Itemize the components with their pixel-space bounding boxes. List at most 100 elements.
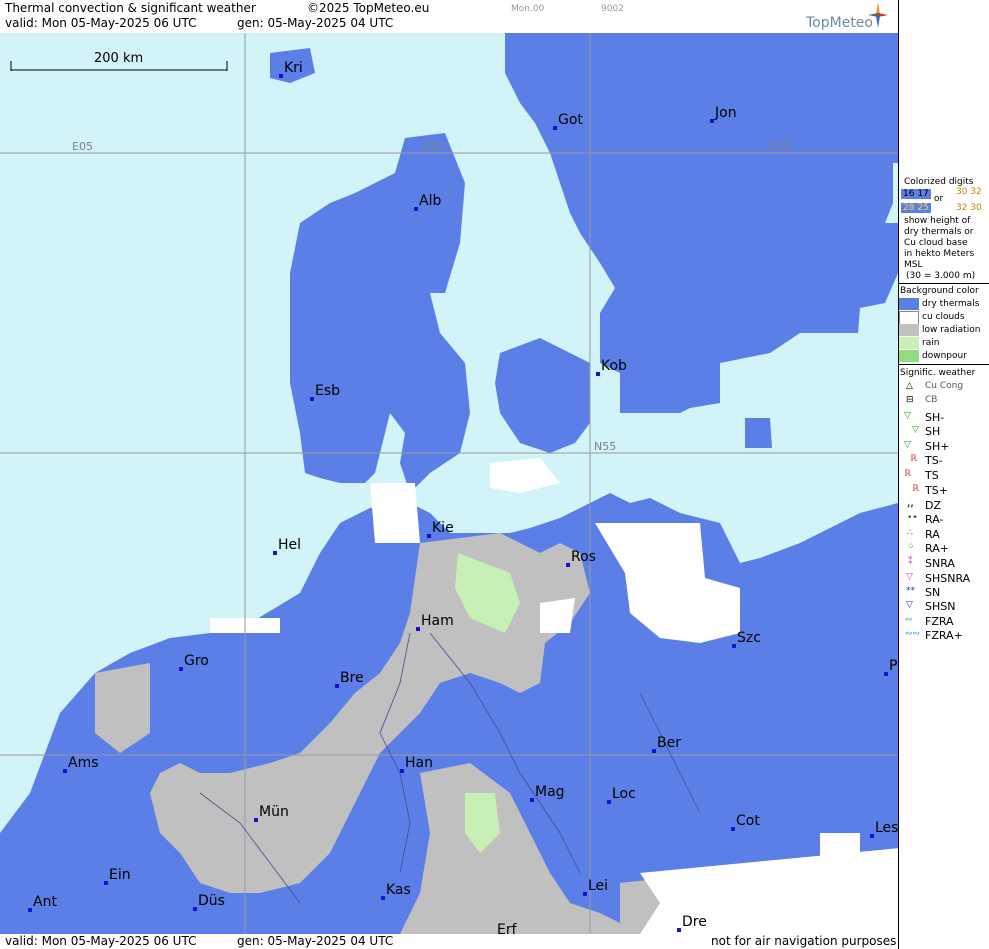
ts-heavy-icon: ℝ — [912, 484, 920, 494]
city-dre[interactable]: Dre — [677, 914, 707, 932]
cb-icon: ⊟ — [906, 395, 914, 405]
legend-bg-dry: dry thermals — [922, 299, 980, 309]
legend-desc-5: MSL — [904, 260, 923, 270]
grid-label-e10: E10 — [423, 140, 444, 153]
legend-desc-2: dry thermals or — [904, 227, 974, 237]
map-title: Thermal convection & significant weather — [5, 1, 256, 15]
legend-wx-ra-heavy: RA+ — [925, 542, 949, 555]
city-szc[interactable]: Szc — [732, 630, 761, 648]
city-cot[interactable]: Cot — [731, 813, 760, 831]
legend-wx-fzra: FZRA — [925, 615, 954, 628]
snow-rain-icon: ⁑ — [908, 557, 913, 567]
legend-wx-cb: CB — [925, 395, 938, 405]
city-p[interactable]: P — [884, 658, 897, 676]
legend-desc-6: (30 = 3.000 m) — [906, 271, 976, 281]
city-mun[interactable]: Mün — [254, 804, 289, 822]
valid-time: valid: Mon 05-May-2025 06 UTC — [5, 16, 197, 30]
legend-panel: Colorized digits 16 17 or 30 32 28 25 32… — [898, 0, 989, 949]
legend-wx-sh: SH — [925, 425, 941, 438]
city-alb[interactable]: Alb — [414, 193, 441, 211]
legend-wx-ts-light: TS- — [925, 454, 943, 467]
city-ham[interactable]: Ham — [416, 613, 454, 631]
legend-desc-3: Cu cloud base — [904, 238, 968, 248]
legend-wx-ts-heavy: TS+ — [925, 484, 948, 497]
legend-bg-low: low radiation — [922, 325, 981, 335]
brand-logo: TopMeteo — [806, 15, 873, 31]
run-code: Mon.00 — [511, 4, 545, 14]
footer-valid-time: valid: Mon 05-May-2025 06 UTC — [5, 934, 197, 948]
area-bornholm — [745, 418, 772, 448]
area-zealand — [495, 338, 590, 453]
city-ams[interactable]: Ams — [63, 755, 99, 773]
legend-sample-d: 32 30 — [956, 203, 982, 213]
footer-generation-time: gen: 05-May-2025 04 UTC — [237, 934, 394, 948]
city-ein[interactable]: Ein — [104, 867, 131, 885]
swatch-rain — [899, 337, 919, 349]
city-hel[interactable]: Hel — [273, 537, 301, 555]
shower-snow-icon: ▽ — [906, 600, 913, 610]
city-bre[interactable]: Bre — [335, 670, 364, 688]
city-ber[interactable]: Ber — [652, 735, 681, 753]
area-denmark — [290, 133, 470, 493]
freezing-rain-icon: ∾ — [905, 615, 913, 625]
area-cu-clouds-1 — [370, 483, 420, 543]
copyright: ©2025 TopMeteo.eu — [307, 1, 430, 15]
grid-label-e05: E05 — [72, 140, 93, 153]
legend-sample-c: 28 25 — [901, 203, 931, 213]
city-dus[interactable]: Düs — [193, 893, 225, 911]
snow-icon: ** — [906, 586, 915, 596]
legend-wx-dz: DZ — [925, 499, 942, 512]
city-les[interactable]: Les — [870, 820, 898, 838]
weather-map-window: Thermal convection & significant weather… — [0, 0, 989, 949]
city-kie[interactable]: Kie — [427, 520, 454, 538]
city-mag[interactable]: Mag — [530, 784, 565, 802]
city-lei[interactable]: Lei — [583, 878, 608, 896]
swatch-cu-clouds — [899, 311, 919, 325]
legend-wx-ra: RA — [925, 528, 940, 541]
legend-sample-a: 16 17 — [901, 189, 931, 199]
rain-light-icon: •• — [907, 513, 918, 523]
legend-desc-1: show height of — [904, 216, 971, 226]
city-jon[interactable]: Jon — [710, 105, 737, 123]
footer-disclaimer: not for air navigation purposes — [711, 934, 897, 948]
legend-colorized-title: Colorized digits — [904, 177, 974, 187]
cu-cong-icon: △ — [906, 381, 913, 391]
map-canvas[interactable]: 200 km E05 E10 E15 N55 Kri Got Jon Alb K… — [0, 33, 898, 934]
legend-wx-cucong: Cu Cong — [925, 381, 964, 391]
city-gro[interactable]: Gro — [179, 653, 209, 671]
drizzle-icon: ,, — [907, 499, 914, 509]
city-ros[interactable]: Ros — [566, 549, 596, 567]
city-han[interactable]: Han — [400, 755, 433, 773]
city-erf[interactable]: Erf — [492, 922, 517, 934]
generation-time: gen: 05-May-2025 04 UTC — [237, 16, 394, 30]
grid-label-n55: N55 — [594, 440, 617, 453]
legend-bg-rain: rain — [922, 338, 940, 348]
legend-wx-sh-heavy: SH+ — [925, 440, 950, 453]
shower-snow-rain-icon: ▽ — [906, 572, 913, 582]
legend-bg-downpour: downpour — [922, 351, 967, 361]
legend-wx-shsnra: SHSNRA — [925, 572, 971, 585]
legend-wx-sh-light: SH- — [925, 411, 945, 424]
swatch-dry-thermals — [899, 298, 919, 310]
swatch-low-radiation — [899, 324, 919, 336]
legend-wx-fzra-heavy: FZRA+ — [925, 629, 963, 642]
city-ant[interactable]: Ant — [28, 894, 57, 912]
city-kri[interactable]: Kri — [279, 60, 303, 78]
area-cu-clouds-5 — [820, 833, 860, 873]
legend-wx-snra: SNRA — [925, 557, 955, 570]
city-kas[interactable]: Kas — [381, 882, 411, 900]
ts-light-icon: ℝ — [910, 454, 918, 464]
legend-wx-shsn: SHSN — [925, 600, 956, 613]
city-got[interactable]: Got — [553, 112, 583, 130]
legend-wx-ra-light: RA- — [925, 513, 944, 526]
product-code: 9002 — [601, 4, 624, 14]
rain-icon: ∴ — [907, 528, 913, 538]
legend-bg-title: Background color — [900, 286, 979, 296]
legend-wx-sn: SN — [925, 586, 941, 599]
legend-wx-ts: TS — [925, 469, 939, 482]
compass-logo-icon — [868, 2, 888, 28]
city-esb[interactable]: Esb — [310, 383, 340, 401]
city-kob[interactable]: Kob — [596, 358, 627, 376]
ts-icon: ℝ — [904, 469, 912, 479]
city-loc[interactable]: Loc — [607, 786, 636, 804]
